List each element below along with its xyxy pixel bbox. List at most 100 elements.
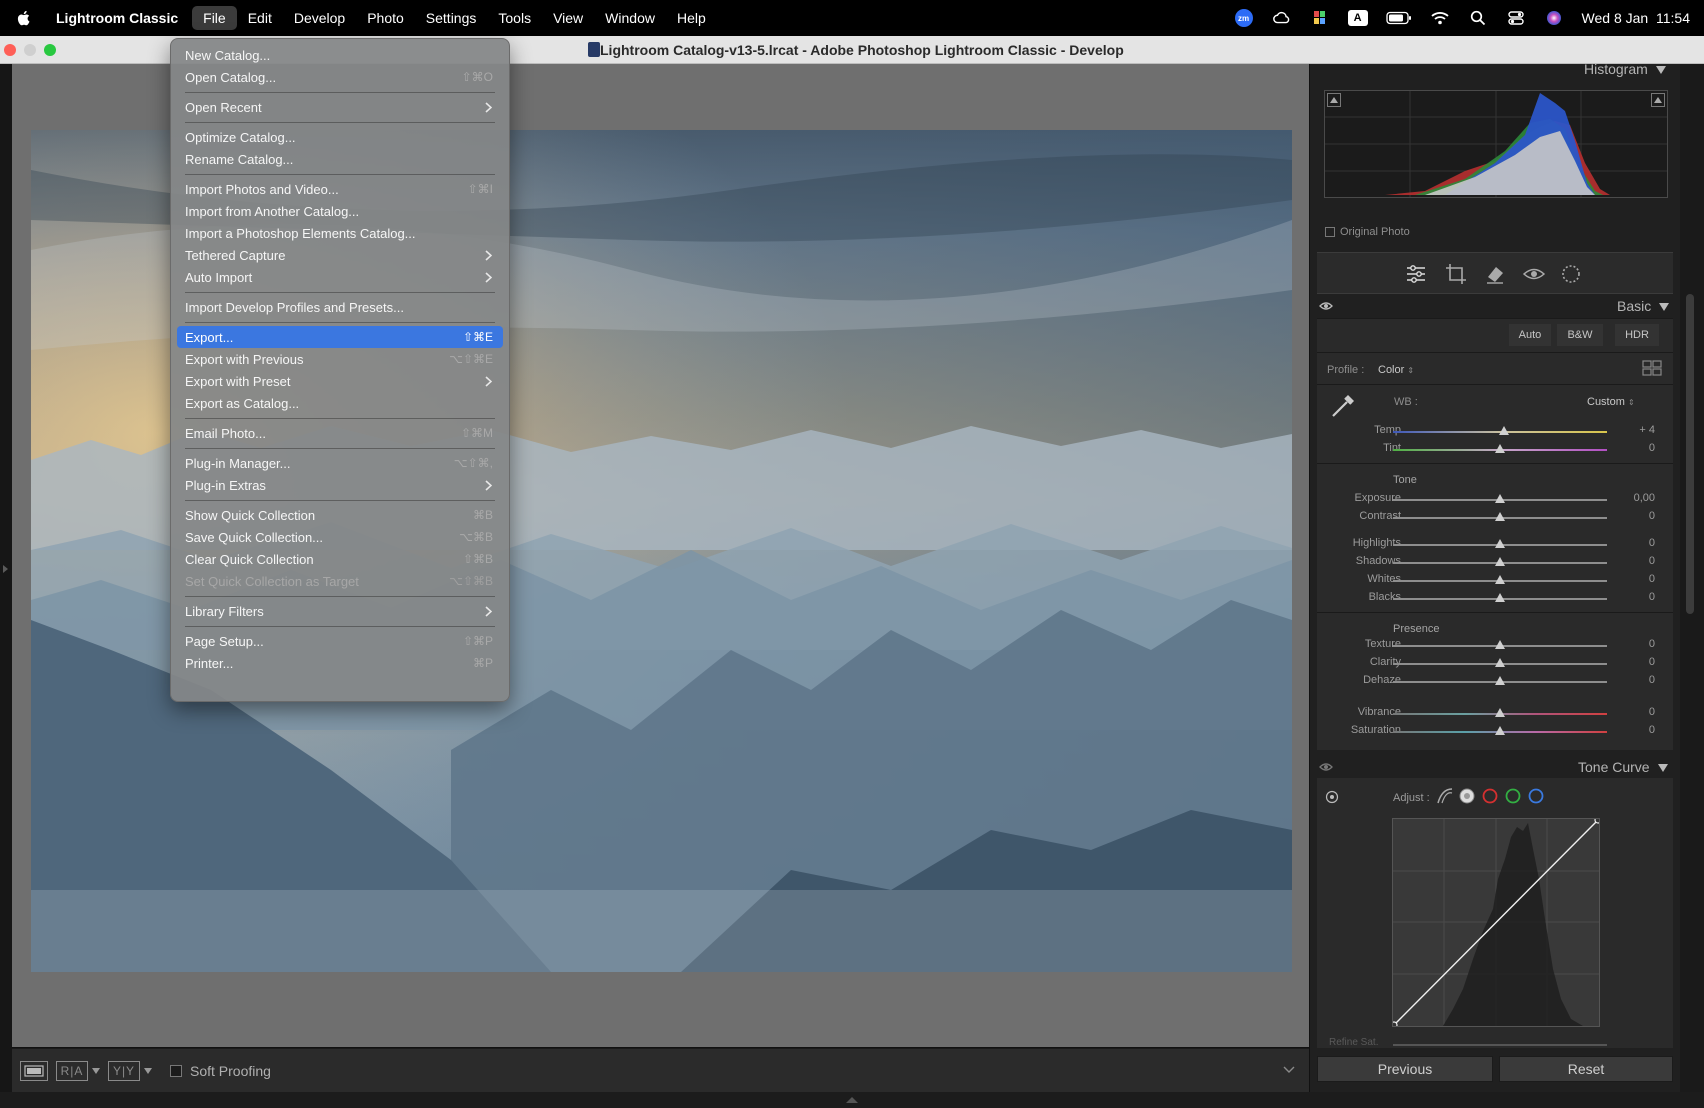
vibrance-value[interactable]: 0 xyxy=(1649,706,1655,718)
whites-slider[interactable]: Whites 0 xyxy=(1317,572,1673,590)
healing-eraser-icon[interactable] xyxy=(1484,263,1506,285)
parametric-curve-icon[interactable] xyxy=(1437,788,1453,804)
clarity-slider[interactable]: Clarity 0 xyxy=(1317,655,1673,673)
menu-file[interactable]: File xyxy=(192,6,237,30)
auto-button[interactable]: Auto xyxy=(1509,324,1551,346)
histogram[interactable] xyxy=(1324,90,1668,198)
menu-item-new-catalog[interactable]: New Catalog... xyxy=(177,44,503,66)
apple-menu-icon[interactable] xyxy=(15,9,33,27)
reset-button[interactable]: Reset xyxy=(1499,1056,1673,1082)
wifi-icon[interactable] xyxy=(1430,10,1450,26)
profile-select[interactable]: Color ⇕ xyxy=(1378,364,1414,376)
blacks-slider[interactable]: Blacks 0 xyxy=(1317,590,1673,608)
toolbar-options-chevron-icon[interactable] xyxy=(1283,1066,1295,1074)
profile-browser-grid-icon[interactable] xyxy=(1642,360,1662,376)
chevron-down-icon[interactable] xyxy=(92,1067,100,1074)
temp-slider[interactable]: Temp + 4 xyxy=(1317,423,1673,441)
panel-visibility-eye-icon[interactable] xyxy=(1319,762,1333,772)
close-window-button[interactable] xyxy=(4,44,16,56)
saturation-thumb[interactable] xyxy=(1495,726,1505,735)
before-after-top-bottom-button[interactable]: Y|Y xyxy=(108,1060,140,1081)
input-source-icon[interactable]: A xyxy=(1347,10,1368,26)
shadows-slider[interactable]: Shadows 0 xyxy=(1317,554,1673,572)
app-name-menu[interactable]: Lightroom Classic xyxy=(48,10,186,26)
highlights-thumb[interactable] xyxy=(1495,539,1505,548)
menu-item-open-recent[interactable]: Open Recent xyxy=(177,96,503,118)
saturation-slider[interactable]: Saturation 0 xyxy=(1317,723,1673,741)
menu-item-import-a-photoshop-elements-catalog[interactable]: Import a Photoshop Elements Catalog... xyxy=(177,222,503,244)
blue-channel-icon[interactable] xyxy=(1528,788,1544,804)
green-channel-icon[interactable] xyxy=(1505,788,1521,804)
left-panel-toggle-icon[interactable] xyxy=(2,564,10,574)
exposure-slider[interactable]: Exposure 0,00 xyxy=(1317,491,1673,509)
menu-item-clear-quick-collection[interactable]: Clear Quick Collection ⇧⌘B xyxy=(177,548,503,570)
creative-cloud-icon[interactable] xyxy=(1272,10,1292,26)
before-after-left-right-button[interactable]: R|A xyxy=(56,1060,88,1081)
white-balance-eyedropper-icon[interactable] xyxy=(1329,390,1359,420)
filmstrip-toggle-icon[interactable] xyxy=(846,1097,858,1103)
whites-thumb[interactable] xyxy=(1495,575,1505,584)
highlights-slider[interactable]: Highlights 0 xyxy=(1317,536,1673,554)
menu-item-auto-import[interactable]: Auto Import xyxy=(177,266,503,288)
menu-develop[interactable]: Develop xyxy=(283,6,356,30)
hdr-button[interactable]: HDR xyxy=(1615,324,1659,346)
soft-proofing-checkbox[interactable] xyxy=(170,1064,182,1077)
exposure-thumb[interactable] xyxy=(1495,494,1505,503)
shadow-clipping-icon[interactable] xyxy=(1327,93,1341,107)
vibrance-thumb[interactable] xyxy=(1495,708,1505,717)
highlight-clipping-icon[interactable] xyxy=(1651,93,1665,107)
blacks-value[interactable]: 0 xyxy=(1649,591,1655,603)
menu-item-import-develop-profiles-and-presets[interactable]: Import Develop Profiles and Presets... xyxy=(177,296,503,318)
dehaze-slider[interactable]: Dehaze 0 xyxy=(1317,673,1673,691)
menu-help[interactable]: Help xyxy=(666,6,717,30)
crop-icon[interactable] xyxy=(1445,263,1467,285)
menubar-clock[interactable]: Wed 8 Jan 11:54 xyxy=(1582,10,1690,26)
menu-item-show-quick-collection[interactable]: Show Quick Collection ⌘B xyxy=(177,504,503,526)
original-photo-toggle[interactable]: Original Photo xyxy=(1325,226,1410,238)
vibrance-slider[interactable]: Vibrance 0 xyxy=(1317,705,1673,723)
red-channel-icon[interactable] xyxy=(1482,788,1498,804)
menu-item-import-photos-and-video[interactable]: Import Photos and Video... ⇧⌘I xyxy=(177,178,503,200)
targeted-adjustment-icon[interactable] xyxy=(1325,790,1339,804)
texture-slider[interactable]: Texture 0 xyxy=(1317,637,1673,655)
menu-item-page-setup[interactable]: Page Setup... ⇧⌘P xyxy=(177,630,503,652)
menu-tools[interactable]: Tools xyxy=(487,6,542,30)
exposure-value[interactable]: 0,00 xyxy=(1634,492,1655,504)
menu-item-export-with-previous[interactable]: Export with Previous ⌥⇧⌘E xyxy=(177,348,503,370)
bw-button[interactable]: B&W xyxy=(1557,324,1603,346)
menu-settings[interactable]: Settings xyxy=(415,6,488,30)
chevron-down-icon[interactable] xyxy=(144,1067,152,1074)
red-eye-icon[interactable] xyxy=(1523,263,1545,285)
edit-sliders-icon[interactable] xyxy=(1405,263,1427,285)
point-curve-rgb-icon[interactable] xyxy=(1459,788,1475,804)
saturation-value[interactable]: 0 xyxy=(1649,724,1655,736)
zoom-icon[interactable]: zm xyxy=(1234,9,1254,27)
loupe-view-button[interactable] xyxy=(20,1060,48,1081)
tint-value[interactable]: 0 xyxy=(1649,442,1655,454)
shadows-thumb[interactable] xyxy=(1495,557,1505,566)
texture-value[interactable]: 0 xyxy=(1649,638,1655,650)
dehaze-value[interactable]: 0 xyxy=(1649,674,1655,686)
blacks-thumb[interactable] xyxy=(1495,593,1505,602)
refine-saturation-slider[interactable] xyxy=(1393,1044,1607,1046)
menu-view[interactable]: View xyxy=(542,6,594,30)
tint-thumb[interactable] xyxy=(1495,444,1505,453)
contrast-slider[interactable]: Contrast 0 xyxy=(1317,509,1673,527)
right-panel-scrollbar[interactable] xyxy=(1680,64,1704,1092)
menu-item-export-as-catalog[interactable]: Export as Catalog... xyxy=(177,392,503,414)
menu-window[interactable]: Window xyxy=(594,6,666,30)
control-center-icon[interactable] xyxy=(1506,10,1526,26)
menu-item-optimize-catalog[interactable]: Optimize Catalog... xyxy=(177,126,503,148)
texture-thumb[interactable] xyxy=(1495,640,1505,649)
masking-icon[interactable] xyxy=(1560,263,1582,285)
menu-item-plug-in-manager[interactable]: Plug-in Manager... ⌥⇧⌘, xyxy=(177,452,503,474)
highlights-value[interactable]: 0 xyxy=(1649,537,1655,549)
basic-header[interactable]: Basic xyxy=(1617,298,1670,314)
menu-item-plug-in-extras[interactable]: Plug-in Extras xyxy=(177,474,503,496)
dehaze-thumb[interactable] xyxy=(1495,676,1505,685)
original-photo-checkbox[interactable] xyxy=(1325,227,1335,237)
menu-photo[interactable]: Photo xyxy=(356,6,415,30)
battery-icon[interactable] xyxy=(1385,10,1412,26)
menu-item-printer[interactable]: Printer... ⌘P xyxy=(177,652,503,674)
menu-item-library-filters[interactable]: Library Filters xyxy=(177,600,503,622)
